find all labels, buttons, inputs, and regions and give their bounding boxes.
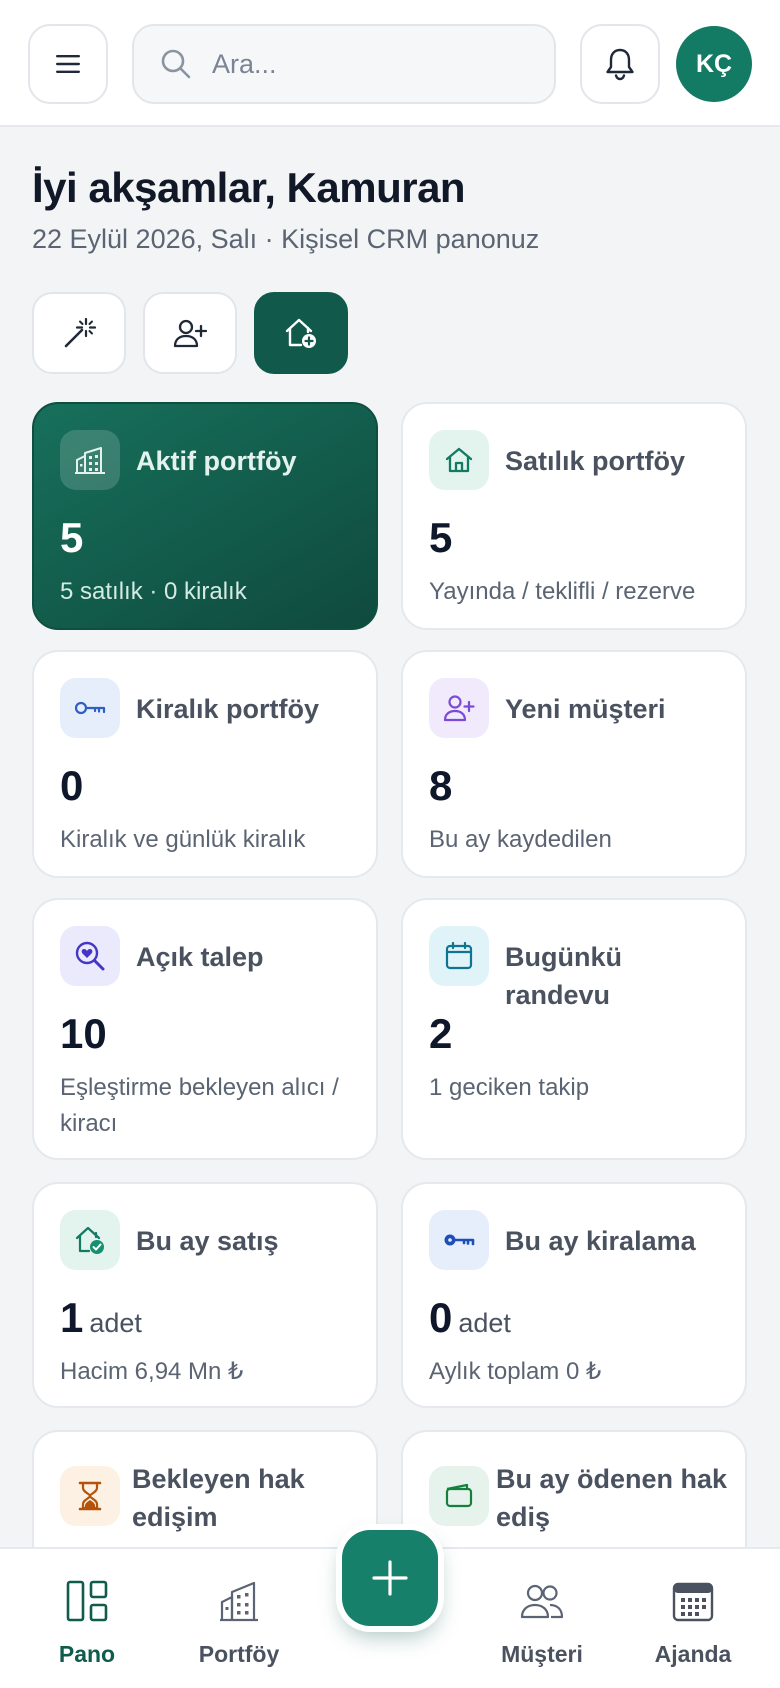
- card-bu-ay-kiralama[interactable]: Bu ay kiralama 0 adet Aylık toplam 0 ₺: [401, 1182, 747, 1408]
- heart-search-icon: [60, 926, 120, 986]
- card-title: Bu ay ödenen hak ediş: [496, 1464, 728, 1532]
- hourglass-icon: [60, 1466, 120, 1526]
- page-subtitle: 22 Eylül 2026, Salı · Kişisel CRM panonu…: [32, 224, 540, 254]
- building-icon: [220, 1581, 258, 1622]
- add-button[interactable]: [342, 1530, 438, 1626]
- menu-button[interactable]: [28, 24, 108, 104]
- card-aktif-portfoy[interactable]: Aktif portföy 5 5 satılık · 0 kiralık: [32, 402, 378, 630]
- card-title: Açık talep: [136, 942, 264, 972]
- search-input[interactable]: [212, 48, 532, 80]
- nav-pano[interactable]: Pano: [22, 1577, 152, 1668]
- card-description: 5 satılık · 0 kiralık: [60, 578, 247, 605]
- card-value: 8: [429, 762, 453, 809]
- card-title: Satılık portföy: [505, 446, 686, 476]
- card-description: 1 geciken takip: [429, 1074, 590, 1101]
- add-customer-button[interactable]: [143, 292, 237, 374]
- card-description: Hacim 6,94 Mn ₺: [60, 1358, 244, 1385]
- key-icon: [429, 1210, 489, 1270]
- avatar[interactable]: KÇ: [676, 26, 752, 102]
- dashboard-icon: [66, 1580, 108, 1622]
- page-title: İyi akşamlar, Kamuran: [32, 164, 466, 211]
- card-description: Aylık toplam 0 ₺: [429, 1358, 602, 1385]
- card-value: 5: [60, 514, 84, 561]
- card-title: Bekleyen hak edişim: [132, 1464, 305, 1532]
- card-description: Bu ay kaydedilen: [429, 826, 612, 853]
- nav-label: Müşteri: [501, 1641, 583, 1667]
- building-icon: [60, 430, 120, 490]
- card-value-unit: adet: [89, 1308, 142, 1338]
- card-bugunku-randevu[interactable]: Bugünkü randevu 2 1 geciken takip: [401, 898, 747, 1160]
- card-value-number: 1: [60, 1294, 84, 1341]
- card-value: 2: [429, 1010, 453, 1057]
- calendar-icon: [429, 926, 489, 986]
- card-bu-ay-satis[interactable]: Bu ay satış 1 adet Hacim 6,94 Mn ₺: [32, 1182, 378, 1408]
- card-description: Yayında / teklifli / rezerve: [429, 578, 696, 605]
- magic-action-button[interactable]: [32, 292, 126, 374]
- nav-label: Pano: [58, 1641, 116, 1667]
- nav-ajanda[interactable]: Ajanda: [628, 1577, 758, 1668]
- card-description: Eşleştirme bekleyen alıcı / kiracı: [60, 1074, 339, 1137]
- card-title: Kiralık portföy: [136, 694, 320, 724]
- card-title: Bu ay satış: [136, 1226, 279, 1256]
- wallet-icon: [429, 1466, 489, 1526]
- card-value: 0 adet: [429, 1294, 511, 1342]
- bell-icon: [606, 48, 634, 81]
- card-acik-talep[interactable]: Açık talep 10 Eşleştirme bekleyen alıcı …: [32, 898, 378, 1160]
- add-user-icon: [173, 319, 207, 348]
- house-icon: [429, 430, 489, 490]
- card-value: 0: [60, 762, 84, 809]
- card-title: Aktif portföy: [136, 446, 297, 476]
- card-title: Yeni müşteri: [505, 694, 666, 724]
- card-value: 1 adet: [60, 1294, 142, 1342]
- house-check-icon: [60, 1210, 120, 1270]
- top-bar: KÇ: [0, 0, 780, 127]
- magic-wand-icon: [64, 317, 96, 348]
- search-bar[interactable]: [132, 24, 556, 104]
- card-value: 5: [429, 514, 453, 561]
- nav-label: Portföy: [198, 1641, 280, 1667]
- notifications-button[interactable]: [580, 24, 660, 104]
- card-satilik-portfoy[interactable]: Satılık portföy 5 Yayında / teklifli / r…: [401, 402, 747, 630]
- plus-icon: [372, 1560, 408, 1596]
- nav-portfoy[interactable]: Portföy: [174, 1577, 304, 1668]
- card-description: Kiralık ve günlük kiralık: [60, 826, 306, 853]
- key-icon: [60, 678, 120, 738]
- nav-musteri[interactable]: Müşteri: [477, 1577, 607, 1668]
- card-kiralik-portfoy[interactable]: Kiralık portföy 0 Kiralık ve günlük kira…: [32, 650, 378, 878]
- card-value-unit: adet: [458, 1308, 511, 1338]
- add-property-button[interactable]: [254, 292, 348, 374]
- card-value: 10: [60, 1010, 107, 1057]
- add-user-icon: [429, 678, 489, 738]
- hamburger-icon: [56, 55, 80, 73]
- calendar-icon: [672, 1582, 714, 1622]
- users-icon: [520, 1584, 564, 1619]
- card-value-number: 0: [429, 1294, 453, 1341]
- add-property-icon: [285, 318, 316, 348]
- nav-label: Ajanda: [654, 1641, 732, 1667]
- card-title: Bugünkü randevu: [505, 942, 622, 1010]
- card-title: Bu ay kiralama: [505, 1226, 696, 1256]
- search-icon: [161, 49, 191, 79]
- card-yeni-musteri[interactable]: Yeni müşteri 8 Bu ay kaydedilen: [401, 650, 747, 878]
